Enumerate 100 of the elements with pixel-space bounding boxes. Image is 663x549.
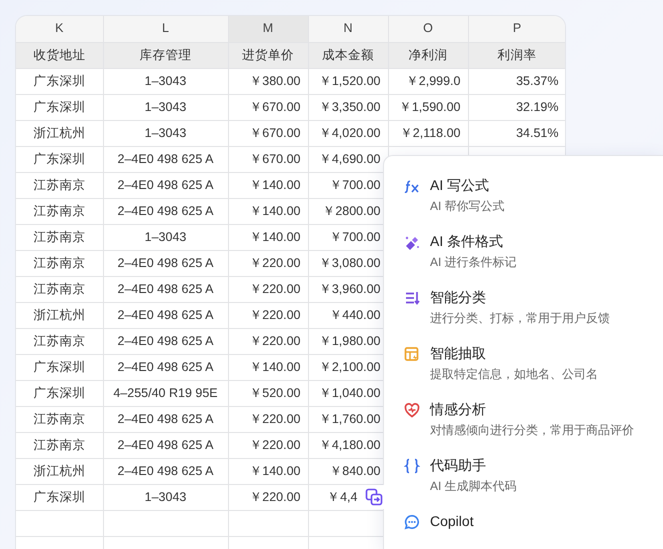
- table-cell: 1–3043: [144, 126, 186, 140]
- table-cell: 2–4E0 498 625 A: [118, 464, 214, 478]
- table-cell: ￥520.00: [249, 386, 300, 400]
- formula-icon: [404, 178, 420, 194]
- brush-icon: [404, 234, 420, 250]
- column-header: 成本金额: [322, 48, 374, 62]
- menu-item-description: AI 进行条件标记: [430, 254, 517, 270]
- column-letter[interactable]: P: [512, 21, 522, 36]
- table-cell: 浙江杭州: [33, 464, 86, 478]
- table-cell: ￥3,080.00: [318, 256, 380, 270]
- table-cell: ￥4,180.00: [318, 438, 380, 452]
- menu-item-description: AI 生成脚本代码: [430, 478, 517, 494]
- column-letter[interactable]: O: [423, 21, 433, 36]
- table-cell: 2–4E0 498 625 A: [118, 282, 214, 296]
- column-header: 收货地址: [33, 48, 86, 62]
- table-cell: 1–3043: [144, 100, 186, 114]
- table-cell: ￥220.00: [249, 256, 300, 270]
- table-cell: ￥3,960.00: [318, 282, 380, 296]
- table-cell: 广东深圳: [33, 490, 86, 504]
- table-cell: ￥220.00: [249, 334, 300, 348]
- table-cell: ￥1,760.00: [318, 412, 380, 426]
- table-cell: 浙江杭州: [33, 308, 86, 322]
- table-cell: 江苏南京: [33, 204, 86, 218]
- menu-item-title[interactable]: 智能抽取: [430, 344, 486, 362]
- table-cell: 2–4E0 498 625 A: [118, 152, 214, 166]
- table-cell: ￥220.00: [249, 308, 300, 322]
- table-cell: 广东深圳: [33, 360, 86, 374]
- menu-item-title[interactable]: AI 条件格式: [430, 232, 504, 250]
- table-cell: 4–255/40 R19 95E: [113, 386, 218, 400]
- table-cell: 广东深圳: [33, 152, 86, 166]
- table-cell: 江苏南京: [33, 178, 86, 192]
- table-cell: 2–4E0 498 625 A: [118, 204, 214, 218]
- table-cell: 江苏南京: [33, 412, 86, 426]
- table-cell: 广东深圳: [33, 386, 86, 400]
- table-cell: 江苏南京: [33, 334, 86, 348]
- table-cell: 2–4E0 498 625 A: [118, 360, 214, 374]
- menu-item-title[interactable]: 智能分类: [430, 288, 486, 306]
- table-cell: 江苏南京: [33, 282, 86, 296]
- table-cell: ￥4,4: [327, 490, 358, 504]
- column-header: 利润率: [498, 48, 536, 62]
- table-cell: 34.51%: [516, 126, 558, 140]
- table-cell: 江苏南京: [33, 230, 86, 244]
- table-cell: ￥220.00: [249, 490, 300, 504]
- menu-item-title[interactable]: 情感分析: [430, 400, 486, 418]
- table-cell: ￥4,690.00: [318, 152, 380, 166]
- table-cell: ￥700.00: [329, 178, 380, 192]
- table-cell: 江苏南京: [33, 438, 86, 452]
- table-cell: 广东深圳: [33, 100, 86, 114]
- list-sort-icon: [404, 290, 420, 306]
- table-cell: ￥670.00: [249, 126, 300, 140]
- table-cell: ￥440.00: [329, 308, 380, 322]
- table-cell: ￥1,590.00: [398, 100, 460, 114]
- table-cell: 2–4E0 498 625 A: [118, 256, 214, 270]
- table-cell: ￥2,118.00: [400, 126, 460, 140]
- heart-pulse-icon: [404, 402, 420, 418]
- table-cell: ￥670.00: [249, 100, 300, 114]
- column-letter[interactable]: M: [262, 21, 274, 36]
- table-cell: 2–4E0 498 625 A: [118, 178, 214, 192]
- table-cell: ￥1,040.00: [318, 386, 380, 400]
- table-cell: ￥700.00: [329, 230, 380, 244]
- braces-icon: [404, 458, 420, 474]
- table-cell: ￥670.00: [249, 152, 300, 166]
- table-cell: 1–3043: [144, 74, 186, 88]
- table-cell: ￥1,520.00: [318, 74, 380, 88]
- menu-item-description: 对情感倾向进行分类，常用于商品评价: [430, 422, 634, 438]
- table-cell: ￥2,999.0: [406, 74, 460, 88]
- column-header: 进货单价: [242, 48, 294, 62]
- table-cell: ￥220.00: [249, 438, 300, 452]
- table-cell: ￥140.00: [249, 230, 300, 244]
- table-cell: ￥220.00: [249, 282, 300, 296]
- table-cell: ￥4,020.00: [318, 126, 380, 140]
- menu-item-title[interactable]: Copilot: [430, 512, 474, 530]
- table-cell: ￥220.00: [249, 412, 300, 426]
- chat-bubble-icon: [404, 514, 420, 530]
- column-letter[interactable]: L: [162, 21, 169, 36]
- menu-item-description: 进行分类、打标，常用于用户反馈: [430, 310, 610, 326]
- column-header: 库存管理: [140, 48, 192, 62]
- table-cell: ￥3,350.00: [318, 100, 380, 114]
- table-cell: ￥140.00: [249, 360, 300, 374]
- menu-item-title[interactable]: AI 写公式: [430, 176, 490, 194]
- table-cell: 1–3043: [144, 490, 186, 504]
- menu-item-description: 提取特定信息，如地名、公司名: [430, 366, 598, 382]
- table-cell: 1–3043: [144, 230, 186, 244]
- column-letter[interactable]: N: [343, 21, 353, 36]
- table-cell: 2–4E0 498 625 A: [118, 308, 214, 322]
- table-cell: 32.19%: [516, 100, 558, 114]
- table-cell: 广东深圳: [33, 74, 86, 88]
- table-bolt-icon: [404, 346, 420, 362]
- table-cell: ￥2,100.00: [318, 360, 380, 374]
- table-cell: ￥840.00: [329, 464, 380, 478]
- menu-item-title[interactable]: 代码助手: [430, 456, 486, 474]
- table-cell: ￥2800.00: [322, 204, 380, 218]
- table-cell: 浙江杭州: [33, 126, 86, 140]
- menu-item-description: AI 帮你写公式: [430, 198, 505, 214]
- column-letter[interactable]: K: [55, 21, 64, 36]
- column-header: 净利润: [408, 48, 448, 62]
- table-cell: ￥140.00: [249, 464, 300, 478]
- table-cell: ￥380.00: [249, 74, 300, 88]
- table-cell: 江苏南京: [33, 256, 86, 270]
- table-cell: ￥140.00: [249, 178, 300, 192]
